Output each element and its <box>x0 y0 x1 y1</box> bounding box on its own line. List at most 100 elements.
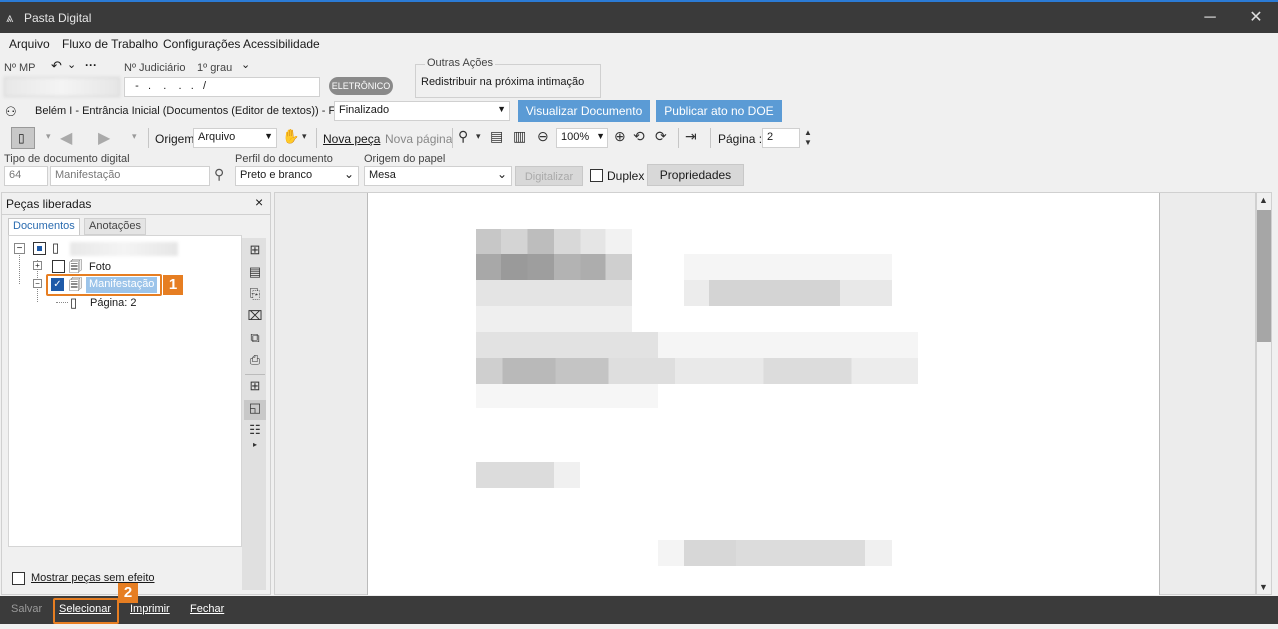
tipo-field[interactable]: Manifestação <box>50 166 210 186</box>
tab-anotacoes[interactable]: Anotações <box>84 218 146 235</box>
menu-arquivo[interactable]: Arquivo <box>9 37 50 51</box>
window-title: Pasta Digital <box>24 11 92 25</box>
nova-pagina-button[interactable]: Nova página <box>385 132 452 146</box>
zoom-dropdown-icon[interactable]: ▾ <box>476 131 481 142</box>
separator <box>710 128 711 148</box>
foto-checkbox[interactable] <box>52 260 65 273</box>
origem-papel-value: Mesa <box>369 169 396 181</box>
nav-dropdown-icon[interactable]: ▾ <box>46 131 51 142</box>
redacted-block <box>476 254 632 280</box>
close-button[interactable]: ✕ <box>1241 7 1271 29</box>
redacted-block <box>476 306 632 332</box>
collapse-toggle[interactable]: − <box>33 279 42 288</box>
zoom-select[interactable]: 100% ▼ <box>556 128 608 148</box>
previous-icon[interactable]: ◀ <box>60 128 72 148</box>
mp-field[interactable] <box>4 77 120 97</box>
page-stepper[interactable]: ▲ ▼ <box>804 128 812 148</box>
root-checkbox[interactable] <box>33 242 46 255</box>
manifestacao-checkbox[interactable]: ✓ <box>51 278 64 291</box>
fit-width-icon[interactable]: ▤ <box>490 128 503 145</box>
close-icon[interactable]: × <box>255 194 263 210</box>
zoom-in-icon[interactable]: ⊕ <box>614 128 626 145</box>
tipo-code-field[interactable]: 64 <box>4 166 48 186</box>
redacted-block <box>476 280 632 306</box>
minimize-button[interactable]: ─ <box>1195 7 1225 29</box>
chevron-down-icon[interactable]: ⌄ <box>67 58 76 71</box>
fila-description: Belém I - Entrância Inicial (Documentos … <box>35 105 347 117</box>
visualizar-documento-button[interactable]: Visualizar Documento <box>518 100 650 122</box>
nav-next-dropdown-icon[interactable]: ▾ <box>132 131 137 142</box>
pagina-node-label[interactable]: Página: 2 <box>90 297 136 309</box>
collapse-toggle[interactable]: − <box>14 243 25 254</box>
tab-documentos[interactable]: Documentos <box>8 218 80 235</box>
title-bar: ⩓ Pasta Digital ─ ✕ <box>0 0 1278 33</box>
fechar-button[interactable]: Fechar <box>190 603 224 615</box>
manifestacao-label[interactable]: Manifestação <box>86 277 158 293</box>
rotate-right-icon[interactable]: ⟳ <box>655 128 667 145</box>
more-icon[interactable]: ··· <box>85 58 97 72</box>
digitalizar-button[interactable]: Digitalizar <box>515 166 583 186</box>
page-mode-button[interactable]: ▯ <box>11 127 35 149</box>
tipo-label: Tipo de documento digital <box>4 153 130 165</box>
document-search-icon[interactable]: ⎘ <box>244 286 266 306</box>
scroll-down-icon[interactable]: ▼ <box>1259 582 1268 592</box>
zoom-out-icon[interactable]: ⊖ <box>537 128 549 145</box>
redistribuir-link[interactable]: Redistribuir na próxima intimação <box>421 76 584 88</box>
scroll-up-icon[interactable]: ▲ <box>1259 195 1268 205</box>
outras-acoes-title: Outras Ações <box>425 57 496 69</box>
menu-acessibilidade[interactable]: Acessibilidade <box>243 37 320 51</box>
fit-page-icon[interactable]: ▥ <box>513 128 526 145</box>
search-icon[interactable]: ⚲ <box>214 166 224 183</box>
people-icon: ⚇ <box>5 104 17 119</box>
tree-structure-icon[interactable]: ⊞ <box>244 242 266 262</box>
list-options-icon[interactable]: ☷ <box>244 422 266 442</box>
next-icon[interactable]: ▶ <box>98 128 110 148</box>
foto-label[interactable]: Foto <box>89 261 111 273</box>
imprimir-button[interactable]: Imprimir <box>130 603 170 615</box>
grau-dropdown-icon[interactable]: ⌄ <box>241 58 250 71</box>
chevron-down-icon: ▼ <box>497 104 506 114</box>
nova-peca-button[interactable]: Nova peça <box>323 132 380 146</box>
action-bar: Salvar Selecionar Imprimir Fechar <box>0 596 1278 624</box>
salvar-button[interactable]: Salvar <box>11 603 42 615</box>
redacted-block <box>658 540 684 566</box>
fila-select[interactable]: Finalizado ▼ <box>334 101 510 121</box>
origem-select[interactable]: Arquivo ▼ <box>193 128 277 148</box>
propriedades-button[interactable]: Propriedades <box>647 164 744 186</box>
note-icon[interactable]: ◱ <box>244 400 266 420</box>
menu-fluxo-de-trabalho[interactable]: Fluxo de Trabalho <box>62 37 158 51</box>
scroll-thumb[interactable] <box>1257 210 1271 342</box>
publicar-doe-button[interactable]: Publicar ato no DOE <box>656 100 782 122</box>
zoom-search-icon[interactable]: ⚲ <box>458 128 468 145</box>
hand-icon[interactable]: ✋ <box>282 128 299 145</box>
undo-icon[interactable]: ↶ <box>51 58 62 74</box>
origem-papel-select[interactable]: Mesa ⌄ <box>364 166 512 186</box>
menu-configuracoes[interactable]: Configurações <box>163 37 240 51</box>
go-to-page-icon[interactable]: ⇥ <box>685 128 697 145</box>
more-arrow-icon[interactable]: ▸ <box>244 440 266 460</box>
redacted-block <box>476 229 632 254</box>
origem-papel-label: Origem do papel <box>364 153 446 165</box>
separator <box>452 128 453 148</box>
document-stamp-icon[interactable]: ⎙ <box>244 352 266 372</box>
rotate-left-icon[interactable]: ⟲ <box>633 128 645 145</box>
add-page-icon[interactable]: ⊞ <box>244 378 266 398</box>
mostrar-checkbox[interactable] <box>12 572 25 585</box>
expand-toggle[interactable]: + <box>33 261 42 270</box>
step-badge-2: 2 <box>118 583 138 603</box>
perfil-label: Perfil do documento <box>235 153 333 165</box>
stack-icon[interactable]: ▤ <box>244 264 266 284</box>
perfil-select[interactable]: Preto e branco ⌄ <box>235 166 359 186</box>
redacted-block <box>684 254 892 280</box>
document-remove-icon[interactable]: ⌧ <box>244 308 266 328</box>
judiciario-field[interactable]: - . . . . / <box>124 77 320 97</box>
pagina-input[interactable]: 2 <box>762 128 800 148</box>
redacted-block <box>476 384 658 408</box>
duplex-checkbox[interactable] <box>590 169 603 182</box>
eletronico-badge: ELETRÔNICO <box>329 77 393 95</box>
judiciario-label: Nº Judiciário <box>124 62 186 74</box>
copy-icon[interactable]: ⧉ <box>244 330 266 350</box>
grau-label: 1º grau <box>197 62 233 74</box>
hand-dropdown-icon[interactable]: ▾ <box>302 131 307 142</box>
page-icon: ▯ <box>70 295 78 310</box>
